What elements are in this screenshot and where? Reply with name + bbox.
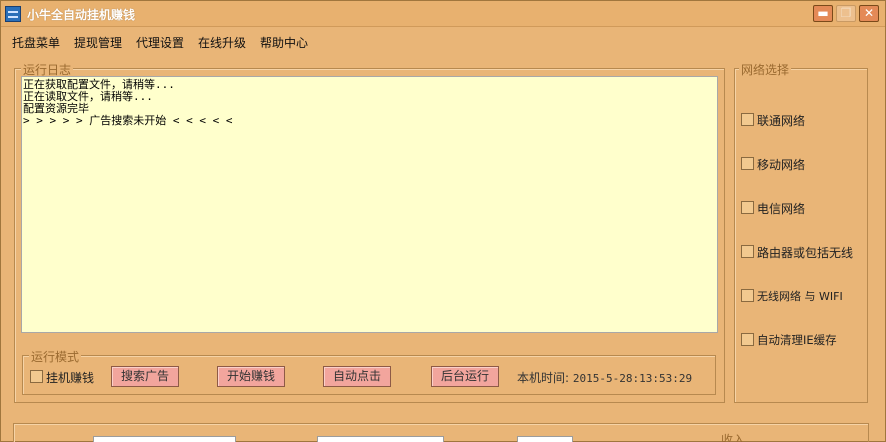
network-option-clear-ie-cache[interactable]: 自动清理IE缓存 bbox=[741, 332, 861, 348]
auto-click-button[interactable]: 自动点击 bbox=[323, 366, 391, 387]
start-earning-button[interactable]: 开始赚钱 bbox=[217, 366, 285, 387]
network-option-wifi[interactable]: 无线网络 与 WIFI bbox=[741, 288, 861, 304]
network-legend: 网络选择 bbox=[739, 61, 792, 78]
search-ads-button[interactable]: 搜索广告 bbox=[111, 366, 179, 387]
window-title: 小牛全自动挂机赚钱 bbox=[27, 8, 136, 22]
checkbox-box[interactable] bbox=[30, 370, 43, 383]
checkbox-label: 无线网络 与 WIFI bbox=[757, 290, 843, 303]
menu-withdraw[interactable]: 提现管理 bbox=[74, 34, 122, 51]
menu-bar: 托盘菜单 提现管理 代理设置 在线升级 帮助中心 bbox=[1, 31, 885, 53]
bottom-input-2[interactable] bbox=[317, 436, 444, 442]
log-line: 正在读取文件，请稍等... bbox=[23, 90, 153, 103]
menu-upgrade[interactable]: 在线升级 bbox=[198, 34, 246, 51]
local-time-label: 本机时间: bbox=[517, 371, 570, 385]
bottom-input-1[interactable] bbox=[93, 436, 236, 442]
menu-help[interactable]: 帮助中心 bbox=[260, 34, 308, 51]
close-button[interactable]: ✕ bbox=[859, 5, 879, 22]
checkbox-label: 联通网络 bbox=[757, 114, 806, 128]
checkbox-box[interactable] bbox=[741, 113, 754, 126]
checkbox-label: 电信网络 bbox=[757, 202, 806, 216]
local-time: 本机时间: 2015-5-28:13:53:29 bbox=[517, 369, 692, 386]
network-option-mobile[interactable]: 移动网络 bbox=[741, 156, 861, 172]
mode-legend: 运行模式 bbox=[29, 348, 82, 365]
title-bar[interactable]: 小牛全自动挂机赚钱 ▬ ❐ ✕ bbox=[1, 1, 885, 27]
menu-proxy[interactable]: 代理设置 bbox=[136, 34, 184, 51]
bottom-input-3[interactable] bbox=[517, 436, 573, 442]
checkbox-label: 自动清理IE缓存 bbox=[757, 333, 837, 347]
network-option-telecom[interactable]: 电信网络 bbox=[741, 200, 861, 216]
local-time-value: 2015-5-28:13:53:29 bbox=[572, 372, 693, 385]
checkbox-label: 挂机赚钱 bbox=[46, 371, 95, 385]
income-label: 收入 bbox=[721, 433, 746, 442]
checkbox-box[interactable] bbox=[741, 201, 754, 214]
log-textarea[interactable]: 正在获取配置文件，请稍等... 正在读取文件，请稍等... 配置资源完毕 > >… bbox=[21, 76, 718, 333]
auto-earn-checkbox[interactable]: 挂机赚钱 bbox=[30, 369, 100, 385]
checkbox-box[interactable] bbox=[741, 289, 754, 302]
checkbox-label: 路由器或包括无线 bbox=[757, 246, 854, 260]
log-line: > > > > > 广告搜索未开始 < < < < < bbox=[23, 114, 233, 127]
app-icon bbox=[5, 6, 21, 22]
checkbox-label: 移动网络 bbox=[757, 158, 806, 172]
checkbox-box[interactable] bbox=[741, 157, 754, 170]
network-option-router[interactable]: 路由器或包括无线 bbox=[741, 244, 861, 260]
background-run-button[interactable]: 后台运行 bbox=[431, 366, 499, 387]
menu-tray[interactable]: 托盘菜单 bbox=[12, 34, 60, 51]
maximize-button: ❐ bbox=[836, 5, 856, 22]
main-window: 小牛全自动挂机赚钱 ▬ ❐ ✕ 托盘菜单 提现管理 代理设置 在线升级 帮助中心… bbox=[0, 0, 886, 442]
checkbox-box[interactable] bbox=[741, 245, 754, 258]
minimize-button[interactable]: ▬ bbox=[813, 5, 833, 22]
network-option-unicom[interactable]: 联通网络 bbox=[741, 112, 861, 128]
checkbox-box[interactable] bbox=[741, 333, 754, 346]
